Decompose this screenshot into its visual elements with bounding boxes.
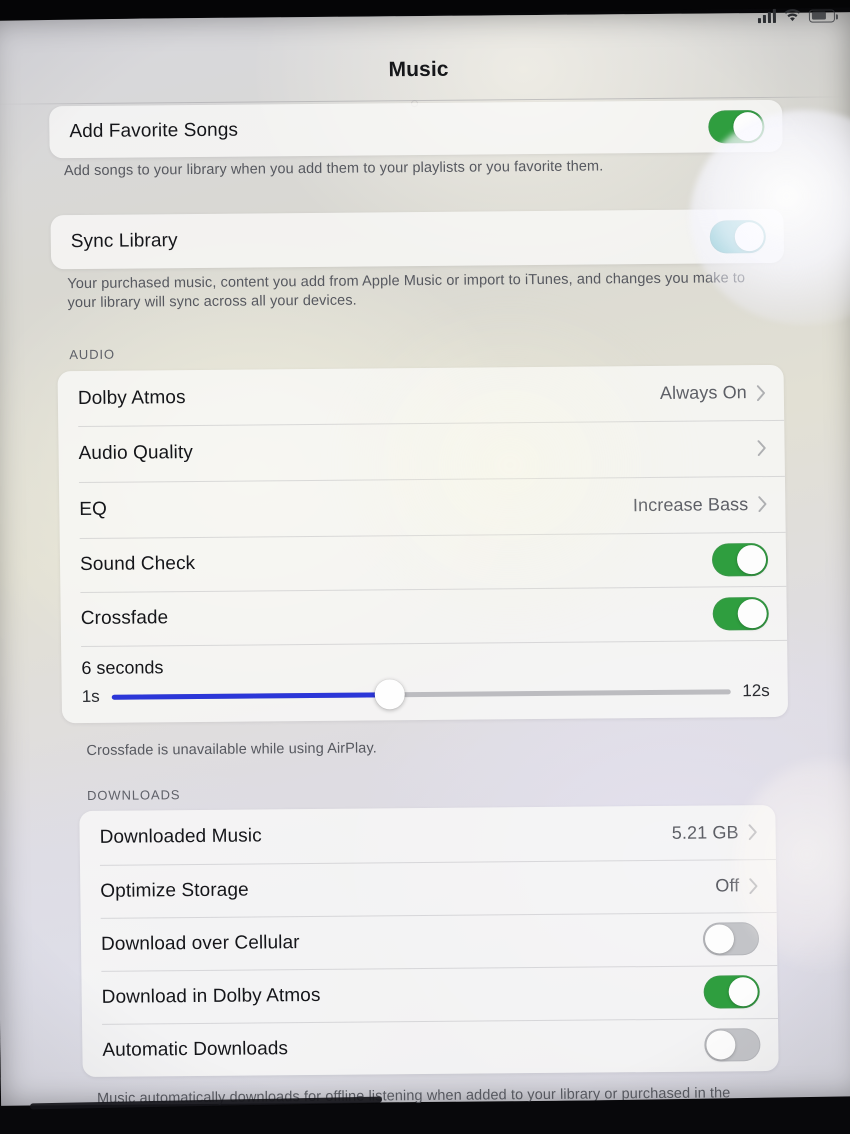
- toggle-automatic-downloads[interactable]: [704, 1028, 761, 1062]
- ipad-screen: Music Add Favorite Songs Add songs to yo…: [0, 8, 850, 1126]
- wifi-icon: [783, 9, 802, 23]
- chevron-right-icon: [756, 384, 766, 401]
- nav-bar: Music: [0, 54, 844, 108]
- row-value: Increase Bass: [632, 493, 749, 515]
- row-label: Download in Dolby Atmos: [101, 984, 321, 1008]
- row-value: 5.21 GB: [671, 821, 739, 843]
- chevron-right-icon: [748, 824, 757, 841]
- settings-music-page: Music Add Favorite Songs Add songs to yo…: [0, 0, 850, 1134]
- crossfade-duration-row: 6 seconds 1s 12s: [61, 640, 788, 723]
- slider-thumb[interactable]: [374, 679, 406, 710]
- slider-min-label: 1s: [81, 686, 100, 707]
- toggle-add-favorite-songs[interactable]: [708, 109, 765, 144]
- slider-max-label: 12s: [742, 681, 770, 701]
- row-label: Sound Check: [79, 553, 196, 576]
- row-audio-quality[interactable]: Audio Quality: [58, 420, 785, 482]
- favorites-card: Add Favorite Songs: [49, 99, 783, 159]
- toggle-crossfade[interactable]: [712, 596, 769, 630]
- chevron-right-icon: [757, 440, 766, 457]
- crossfade-duration-label: 6 seconds: [81, 657, 164, 679]
- row-label: Optimize Storage: [100, 879, 249, 902]
- row-download-over-cellular[interactable]: Download over Cellular: [81, 912, 778, 971]
- device-photo: Music Add Favorite Songs Add songs to yo…: [0, 0, 850, 1134]
- row-label: Crossfade: [80, 607, 169, 630]
- chevron-right-icon: [758, 496, 767, 513]
- row-label: Sync Library: [70, 230, 178, 253]
- page-title: Music: [388, 57, 449, 82]
- toggle-download-over-cellular[interactable]: [702, 922, 760, 956]
- row-downloaded-music[interactable]: Downloaded Music 5.21 GB: [79, 805, 776, 865]
- row-label: Dolby Atmos: [77, 386, 186, 409]
- battery-icon: [808, 8, 836, 23]
- cellular-signal-icon: [757, 8, 777, 24]
- row-sync-library[interactable]: Sync Library: [50, 209, 784, 269]
- status-bar: [757, 8, 836, 24]
- row-value: Always On: [659, 382, 747, 403]
- row-label: Download over Cellular: [100, 931, 300, 955]
- row-sound-check[interactable]: Sound Check: [60, 532, 787, 592]
- row-label: Downloaded Music: [99, 825, 262, 848]
- toggle-sync-library[interactable]: [709, 219, 767, 254]
- row-label: Automatic Downloads: [102, 1037, 289, 1061]
- row-eq[interactable]: EQ Increase Bass: [59, 476, 786, 538]
- sync-footnote: Your purchased music, content you add fr…: [67, 270, 746, 312]
- toggle-download-in-dolby-atmos[interactable]: [703, 975, 760, 1009]
- audio-footnote: Crossfade is unavailable while using Air…: [86, 740, 377, 759]
- downloads-card: Downloaded Music 5.21 GB Optimize Storag…: [79, 804, 779, 1078]
- row-label: Audio Quality: [78, 442, 194, 465]
- row-add-favorite-songs[interactable]: Add Favorite Songs: [49, 100, 783, 158]
- row-label: EQ: [79, 498, 108, 521]
- toggle-sound-check[interactable]: [711, 542, 769, 577]
- audio-card: Dolby Atmos Always On Audio Quality EQ I…: [57, 364, 789, 724]
- row-value: Off: [715, 875, 740, 896]
- sync-card: Sync Library: [50, 208, 785, 270]
- row-optimize-storage[interactable]: Optimize Storage Off: [80, 859, 777, 918]
- crossfade-slider[interactable]: [111, 679, 731, 710]
- row-automatic-downloads[interactable]: Automatic Downloads: [82, 1018, 779, 1077]
- chevron-right-icon: [749, 877, 758, 894]
- favorites-footnote: Add songs to your library when you add t…: [63, 158, 604, 180]
- row-crossfade[interactable]: Crossfade: [60, 586, 787, 646]
- section-header-audio: AUDIO: [69, 346, 116, 363]
- row-dolby-atmos[interactable]: Dolby Atmos Always On: [58, 365, 785, 426]
- row-label: Add Favorite Songs: [69, 119, 239, 143]
- row-download-in-dolby-atmos[interactable]: Download in Dolby Atmos: [81, 965, 778, 1024]
- section-header-downloads: DOWNLOADS: [86, 787, 181, 803]
